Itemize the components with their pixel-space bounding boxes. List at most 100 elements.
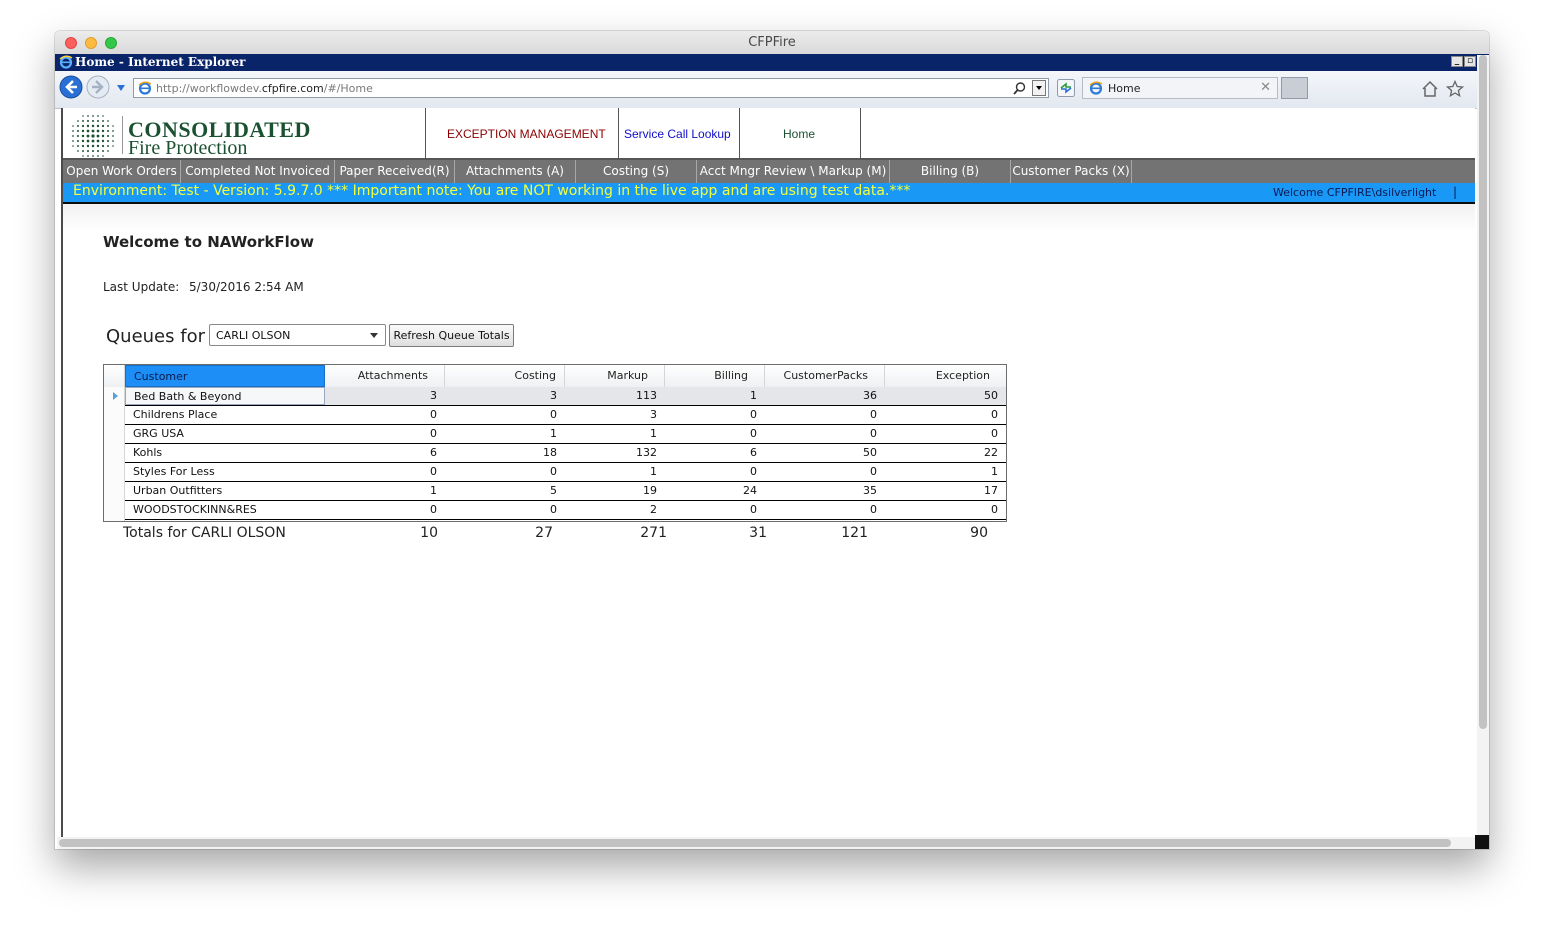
count-cell[interactable]: 0	[765, 463, 885, 481]
count-cell[interactable]: 35	[765, 482, 885, 500]
count-cell[interactable]: 18	[445, 444, 565, 462]
customer-cell[interactable]: Styles For Less	[125, 463, 325, 481]
count-cell[interactable]: 0	[765, 501, 885, 519]
count-cell[interactable]: 0	[765, 425, 885, 443]
count-cell[interactable]: 1	[325, 482, 445, 500]
home-link[interactable]: Home	[783, 127, 815, 141]
count-cell[interactable]: 1	[445, 425, 565, 443]
table-row[interactable]: Kohls 6 18 132 6 50 22	[125, 444, 1006, 463]
user-select[interactable]: CARLI OLSON	[209, 324, 386, 346]
column-header-exception[interactable]: Exception	[885, 365, 1006, 387]
forward-button[interactable]	[86, 75, 110, 99]
table-row[interactable]: Childrens Place 0 0 3 0 0 0	[125, 406, 1006, 425]
column-header-billing[interactable]: Billing	[665, 365, 765, 387]
menu-acct-mngr-review-markup[interactable]: Acct Mngr Review \ Markup (M)	[697, 160, 890, 183]
menu-customer-packs[interactable]: Customer Packs (X)	[1011, 160, 1132, 183]
count-cell[interactable]: 0	[445, 463, 565, 481]
menu-attachments[interactable]: Attachments (A)	[455, 160, 576, 183]
logo-dot	[86, 139, 90, 143]
count-cell[interactable]: 0	[665, 406, 765, 424]
count-cell[interactable]: 0	[445, 501, 565, 519]
count-cell[interactable]: 0	[325, 501, 445, 519]
exception-management-link[interactable]: EXCEPTION MANAGEMENT	[447, 127, 606, 141]
count-cell[interactable]: 6	[665, 444, 765, 462]
column-header-customerpacks[interactable]: CustomerPacks	[765, 365, 885, 387]
count-cell[interactable]: 0	[445, 406, 565, 424]
table-row[interactable]: WOODSTOCKINN&RES 0 0 2 0 0 0	[125, 501, 1006, 520]
count-cell[interactable]: 5	[445, 482, 565, 500]
count-cell[interactable]: 3	[325, 387, 445, 405]
count-cell[interactable]: 1	[665, 387, 765, 405]
count-cell[interactable]: 6	[325, 444, 445, 462]
home-icon[interactable]	[1421, 80, 1439, 98]
horizontal-scroll-thumb[interactable]	[59, 839, 1451, 847]
logo-dot	[87, 115, 89, 117]
count-cell[interactable]: 0	[885, 425, 1006, 443]
menu-costing[interactable]: Costing (S)	[576, 160, 697, 183]
menu-completed-not-invoiced[interactable]: Completed Not Invoiced	[181, 160, 335, 183]
history-dropdown-icon[interactable]	[116, 84, 126, 92]
count-cell[interactable]: 132	[565, 444, 665, 462]
logo-dot	[101, 144, 105, 148]
vertical-scroll-thumb[interactable]	[1479, 55, 1487, 729]
search-dropdown-icon[interactable]	[1032, 80, 1046, 96]
count-cell[interactable]: 2	[565, 501, 665, 519]
logo-dot	[112, 130, 114, 132]
column-header-attachments[interactable]: Attachments	[325, 365, 445, 387]
customer-cell[interactable]: Kohls	[125, 444, 325, 462]
count-cell[interactable]: 3	[565, 406, 665, 424]
count-cell[interactable]: 50	[885, 387, 1006, 405]
address-bar[interactable]: http://workflowdev.cfpfire.com/#/Home	[133, 78, 1049, 98]
menu-billing[interactable]: Billing (B)	[890, 160, 1011, 183]
vertical-scrollbar[interactable]	[1477, 55, 1489, 835]
favorites-star-icon[interactable]	[1446, 80, 1464, 98]
count-cell[interactable]: 0	[325, 406, 445, 424]
menu-paper-received[interactable]: Paper Received(R)	[335, 160, 455, 183]
tab-close-icon[interactable]: ✕	[1260, 80, 1271, 95]
browser-tab-home[interactable]: Home ✕	[1082, 77, 1278, 99]
logo-dot	[112, 125, 114, 127]
count-cell[interactable]: 19	[565, 482, 665, 500]
table-row[interactable]: Styles For Less 0 0 1 0 0 1	[125, 463, 1006, 482]
search-icon[interactable]	[1013, 82, 1026, 95]
minimize-button[interactable]: _	[1451, 56, 1463, 67]
count-cell[interactable]: 0	[325, 463, 445, 481]
menu-open-work-orders[interactable]: Open Work Orders	[63, 160, 181, 183]
refresh-compat-icon[interactable]	[1057, 79, 1075, 97]
refresh-queue-totals-button[interactable]: Refresh Queue Totals	[389, 324, 514, 347]
count-cell[interactable]: 0	[665, 501, 765, 519]
service-call-lookup-link[interactable]: Service Call Lookup	[624, 127, 731, 141]
count-cell[interactable]: 1	[565, 425, 665, 443]
table-row[interactable]: GRG USA 0 1 1 0 0 0	[125, 425, 1006, 444]
count-cell[interactable]: 50	[765, 444, 885, 462]
count-cell[interactable]: 36	[765, 387, 885, 405]
count-cell[interactable]: 0	[665, 463, 765, 481]
new-tab-button[interactable]	[1281, 77, 1308, 99]
column-header-markup[interactable]: Markup	[565, 365, 665, 387]
customer-cell[interactable]: GRG USA	[125, 425, 325, 443]
count-cell[interactable]: 0	[325, 425, 445, 443]
table-row[interactable]: Urban Outfitters 1 5 19 24 35 17	[125, 482, 1006, 501]
column-header-costing[interactable]: Costing	[445, 365, 565, 387]
count-cell[interactable]: 3	[445, 387, 565, 405]
count-cell[interactable]: 17	[885, 482, 1006, 500]
count-cell[interactable]: 1	[885, 463, 1006, 481]
logo-dot	[76, 139, 80, 143]
back-button[interactable]	[59, 75, 83, 99]
restore-button[interactable]: ▫	[1464, 56, 1476, 67]
count-cell[interactable]: 22	[885, 444, 1006, 462]
count-cell[interactable]: 0	[665, 425, 765, 443]
count-cell[interactable]: 0	[765, 406, 885, 424]
customer-cell[interactable]: WOODSTOCKINN&RES	[125, 501, 325, 519]
horizontal-scrollbar[interactable]	[57, 837, 1475, 849]
count-cell[interactable]: 24	[665, 482, 765, 500]
count-cell[interactable]: 113	[565, 387, 665, 405]
customer-cell[interactable]: Bed Bath & Beyond	[125, 387, 325, 405]
count-cell[interactable]: 0	[885, 406, 1006, 424]
customer-cell[interactable]: Childrens Place	[125, 406, 325, 424]
count-cell[interactable]: 1	[565, 463, 665, 481]
column-header-customer[interactable]: Customer	[125, 365, 325, 387]
table-row[interactable]: Bed Bath & Beyond 3 3 113 1 36 50	[125, 387, 1006, 406]
customer-cell[interactable]: Urban Outfitters	[125, 482, 325, 500]
count-cell[interactable]: 0	[885, 501, 1006, 519]
